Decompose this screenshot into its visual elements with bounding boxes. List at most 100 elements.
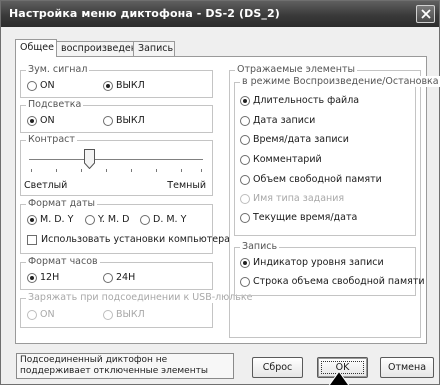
tab-recording[interactable]: Запись [133, 41, 175, 56]
radio-circle [140, 214, 150, 225]
contrast-slider-thumb[interactable] [84, 149, 95, 172]
radio-label: 12H [40, 272, 60, 283]
date-format-ymd-radio[interactable]: Y. M. D [85, 214, 129, 225]
radio-label: Y. M. D [98, 214, 130, 225]
time-format-group: Формат часов 12H 24H [20, 256, 213, 290]
usb-charge-group: Заряжать при подсоединении к USB-люльке … [20, 292, 255, 328]
checkbox-box [27, 234, 37, 245]
display-current-time-date-radio[interactable]: Текущие время/дата [240, 212, 357, 223]
radio-circle [103, 115, 113, 126]
radio-circle [240, 154, 250, 165]
radio-circle-checked [240, 95, 250, 106]
radio-label: ВЫКЛ [116, 115, 145, 126]
recording-subgroup: Запись Индикатор уровня записи Строка об… [234, 241, 425, 296]
playback-stop-subgroup-title: в режиме Воспроизведение/Остановка [240, 76, 440, 87]
radio-circle-checked [27, 214, 37, 225]
slider-tick [31, 169, 32, 172]
beep-off-radio[interactable]: ВЫКЛ [103, 80, 145, 91]
radio-label: Текущие время/дата [253, 212, 358, 223]
backlight-off-radio[interactable]: ВЫКЛ [103, 115, 145, 126]
recording-subgroup-title: Запись [240, 241, 280, 252]
status-message: Подсоединенный диктофон не поддерживает … [16, 353, 234, 379]
display-record-time-date-radio[interactable]: Время/дата записи [240, 134, 349, 145]
radio-label: Индикатор уровня записи [253, 257, 384, 268]
contrast-group-title: Контраст [26, 134, 77, 145]
radio-circle [27, 80, 37, 91]
slider-tick [181, 169, 182, 172]
title-bar[interactable]: Настройка меню диктофона - DS-2 (DS_2) [1, 1, 439, 27]
radio-label: D. M. Y [153, 214, 187, 225]
tab-playback[interactable]: воспроизведение [56, 41, 149, 56]
slider-thumb-icon [84, 149, 95, 170]
radio-label: M. D. Y [40, 214, 74, 225]
radio-circle-checked [27, 272, 37, 283]
radio-circle-checked [27, 115, 37, 126]
radio-circle [240, 174, 250, 185]
radio-label: 24H [116, 272, 136, 283]
beep-on-radio[interactable]: ON [27, 80, 55, 91]
date-format-mdy-radio[interactable]: M. D. Y [27, 214, 73, 225]
date-format-group-title: Формат даты [26, 198, 97, 209]
time-format-12h-radio[interactable]: 12H [27, 272, 59, 283]
close-icon [421, 9, 431, 19]
beep-group-title: Зум. сигнал [26, 64, 90, 75]
tab-general[interactable]: Общее [15, 39, 57, 57]
radio-label: ON [40, 80, 55, 91]
playback-stop-subgroup: в режиме Воспроизведение/Остановка Длите… [234, 76, 440, 236]
slider-tick [201, 169, 202, 172]
radio-label: ВЫКЛ [116, 309, 145, 320]
time-format-group-title: Формат часов [26, 256, 100, 267]
checkbox-label: Использовать установки компьютера [41, 234, 230, 245]
contrast-group: Контраст Светлый Темный [20, 134, 213, 196]
recording-free-memory-bar-radio[interactable]: Строка объема свободной памяти [240, 276, 425, 287]
display-record-date-radio[interactable]: Дата записи [240, 115, 315, 126]
date-format-dmy-radio[interactable]: D. M. Y [140, 214, 186, 225]
display-comment-radio[interactable]: Комментарий [240, 154, 322, 165]
radio-label: Строка объема свободной памяти [253, 276, 425, 287]
backlight-on-radio[interactable]: ON [27, 115, 55, 126]
slider-tick [131, 169, 132, 172]
radio-circle [103, 272, 113, 283]
radio-label: ON [40, 115, 55, 126]
radio-circle [240, 193, 250, 204]
display-items-group-title: Отражаемые элементы [235, 64, 358, 75]
contrast-slider-track [29, 159, 203, 161]
radio-circle [240, 212, 250, 223]
radio-label: Длительность файла [253, 95, 360, 106]
close-button[interactable] [416, 5, 435, 23]
tab-panel-general: Зум. сигнал ON ВЫКЛ Подсветка ON ВЫКЛ Ко… [15, 56, 440, 344]
date-format-group: Формат даты M. D. Y Y. M. D D. M. Y Испо… [20, 198, 230, 254]
radio-circle-checked [103, 80, 113, 91]
reset-button[interactable]: Сброс [252, 357, 303, 378]
settings-dialog: Настройка меню диктофона - DS-2 (DS_2) О… [0, 0, 440, 385]
slider-tick [56, 169, 57, 172]
display-items-group: Отражаемые элементы в режиме Воспроизвед… [229, 64, 440, 338]
usb-charge-group-title: Заряжать при подсоединении к USB-люльке [26, 292, 255, 303]
window-title: Настройка меню диктофона - DS-2 (DS_2) [9, 7, 280, 20]
contrast-max-label: Темный [167, 180, 206, 191]
radio-circle [85, 214, 95, 225]
radio-circle [240, 115, 250, 126]
radio-circle [27, 309, 37, 320]
time-format-24h-radio[interactable]: 24H [103, 272, 135, 283]
mouse-pointer-icon [328, 370, 350, 385]
recording-level-meter-radio[interactable]: Индикатор уровня записи [240, 257, 384, 268]
display-task-type-name-radio: Имя типа задания [240, 193, 344, 204]
display-free-memory-radio[interactable]: Объем свободной памяти [240, 174, 382, 185]
radio-label: Комментарий [253, 154, 322, 165]
radio-circle-checked [240, 257, 250, 268]
radio-label: Объем свободной памяти [253, 174, 382, 185]
arrow-pointer-icon [328, 370, 350, 385]
display-file-length-radio[interactable]: Длительность файла [240, 95, 359, 106]
radio-circle [240, 276, 250, 287]
contrast-min-label: Светлый [24, 180, 68, 191]
usb-charge-on-radio: ON [27, 309, 55, 320]
radio-label: ВЫКЛ [116, 80, 145, 91]
use-computer-settings-checkbox[interactable]: Использовать установки компьютера [27, 234, 230, 245]
radio-label: Дата записи [253, 115, 316, 126]
slider-tick [156, 169, 157, 172]
cancel-button[interactable]: Отмена [380, 357, 434, 378]
usb-charge-off-radio: ВЫКЛ [103, 309, 145, 320]
radio-circle [103, 309, 113, 320]
radio-label: Время/дата записи [253, 134, 349, 145]
